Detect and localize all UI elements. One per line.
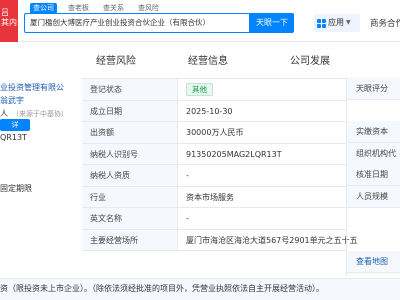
row-label: 登记状态 [82, 79, 178, 100]
row-label: 纳税人识别号 [82, 143, 178, 164]
score-label: 天眼评分 [347, 78, 400, 100]
search-input[interactable]: 厦门楹创大博医疗产业创业投资合伙企业（有限合伙） [24, 13, 250, 33]
row-value: - [186, 214, 189, 223]
logo-text: 吕 其内 [1, 8, 17, 27]
right-info-column: 天眼评分 实缴资本 组织机构代 核准日期 人员规模 查看地图 [346, 78, 400, 276]
grid-icon [317, 18, 326, 28]
search-button[interactable]: 天眼一下 [250, 13, 294, 33]
table-row: 成立日期 2025-10-30 [82, 100, 346, 122]
section-nav: 经营风险 经营信息 公司发展 [0, 52, 400, 68]
nav-business-risk[interactable]: 经营风险 [96, 52, 136, 67]
row-value: 30000万人民币 [186, 128, 244, 137]
detail-tag[interactable]: 详 [0, 119, 30, 131]
nav-business-info[interactable]: 经营信息 [188, 52, 228, 67]
row-label: 主要经营场所 [82, 229, 178, 250]
table-row: 英文名称 - [82, 208, 346, 230]
term-fragment: 固定期限 [0, 184, 32, 193]
table-row: 登记状态 其他 [82, 79, 346, 101]
business-cooperation-link[interactable]: 商务合作 [370, 17, 400, 29]
top-header: 吕 其内 查公司 查老板 查关系 查风险 厦门楹创大博医疗产业创业投资合伙企业（… [0, 0, 400, 42]
table-row: 纳税人资质 - [82, 165, 346, 187]
partner-link[interactable]: 业投资管理有限公 [0, 82, 64, 93]
row-value: 91350205MAG2LQR13T [186, 149, 282, 159]
approval-date-label: 核准日期 [347, 164, 400, 186]
row-value: 其他 [186, 79, 213, 100]
apps-label: 应用 [328, 18, 344, 27]
credit-code-fragment: QR13T [0, 133, 27, 142]
table-row: 行业 资本市场服务 [82, 186, 346, 208]
row-label: 出资额 [82, 122, 178, 143]
row-value: 厦门市海沧区海沧大道567号2901单元之五十五 [186, 235, 358, 245]
representative-link[interactable]: 翁武宇 [0, 95, 24, 106]
logo[interactable]: 吕 其内 [0, 0, 18, 42]
table-row: 主要经营场所 厦门市海沧区海沧大道567号2901单元之五十五 [82, 229, 358, 251]
representative-role: 人 [0, 109, 8, 118]
business-scope-text: 资（限投资未上市企业）。（除依法须经批准的项目外，凭营业执照依法自主开展经营活动… [0, 278, 400, 300]
row-label: 行业 [82, 186, 178, 207]
registration-table: 登记状态 其他 成立日期 2025-10-30 出资额 30000万人民币 纳税… [82, 78, 358, 251]
view-map-link[interactable]: 查看地图 [347, 251, 400, 273]
source-note: （来源于中基协） [12, 110, 68, 118]
row-label: 纳税人资质 [82, 165, 178, 186]
row-value: - [186, 171, 189, 180]
status-badge: 其他 [186, 83, 213, 96]
org-code-label: 组织机构代 [347, 143, 400, 165]
paid-capital-label: 实缴资本 [347, 121, 400, 143]
nav-company-development[interactable]: 公司发展 [290, 52, 330, 67]
row-value: 资本市场服务 [186, 192, 234, 202]
row-label: 英文名称 [82, 208, 178, 229]
table-row: 纳税人识别号 91350205MAG2LQR13T [82, 143, 346, 165]
table-row: 出资额 30000万人民币 [82, 122, 346, 144]
apps-button[interactable]: 应用 ▼ [314, 14, 360, 32]
row-value: 2025-10-30 [186, 106, 233, 116]
chevron-down-icon: ▼ [346, 19, 351, 26]
staff-size-label: 人员规模 [347, 186, 400, 208]
row-label: 成立日期 [82, 100, 178, 121]
